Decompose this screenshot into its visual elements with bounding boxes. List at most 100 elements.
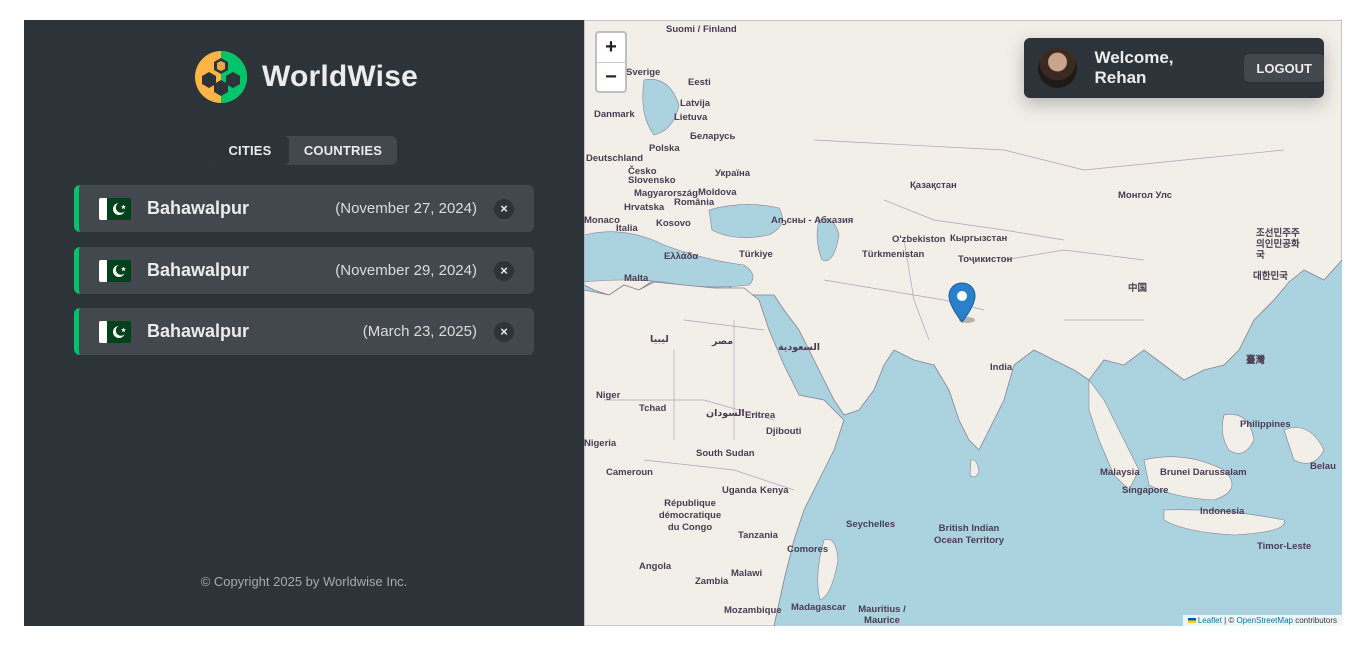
city-name: Bahawalpur: [147, 198, 250, 218]
map-label: مصر: [712, 336, 734, 347]
map-label: British Indian Ocean Territory: [933, 523, 1005, 546]
city-item[interactable]: Bahawalpur (November 29, 2024) ×: [74, 247, 534, 294]
map-label: O'zbekiston: [892, 234, 946, 245]
map-label: Kosovo: [656, 218, 691, 229]
pakistan-flag-icon: [99, 197, 131, 220]
map-label: Singapore: [1122, 485, 1169, 496]
map-label: Sverige: [626, 67, 661, 78]
map-label: Djibouti: [766, 426, 802, 437]
delete-city-button[interactable]: ×: [494, 260, 514, 281]
map-label: Monaco: [584, 215, 620, 226]
map-label: Kenya: [760, 485, 789, 496]
map[interactable]: Suomi / Finland Sverige Eesti Latvija Li…: [584, 20, 1342, 626]
map-label: Беларусь: [690, 131, 736, 142]
pakistan-flag-icon: [99, 259, 131, 282]
map-label: Mauritius / Maurice: [858, 604, 906, 626]
map-label: Кыргызстан: [950, 233, 1008, 244]
map-label: Timor-Leste: [1257, 541, 1312, 552]
map-label: Niger: [596, 390, 621, 401]
map-label: السودان: [706, 408, 745, 419]
map-attribution: Leaflet | © OpenStreetMap contributors: [1182, 615, 1342, 626]
map-label: Hrvatska: [624, 202, 665, 213]
map-label: Uganda: [722, 485, 757, 496]
map-label: Brunei Darussalam: [1160, 467, 1247, 478]
map-label: Malta: [624, 273, 649, 284]
map-label: Slovensko: [628, 175, 676, 186]
map-label: Malaysia: [1100, 467, 1140, 478]
leaflet-flag-icon: [1187, 618, 1196, 624]
map-label: Cameroun: [606, 467, 653, 478]
map-label: Madagascar: [791, 602, 846, 613]
map-label: 조선민주주의인민공화국: [1256, 228, 1300, 261]
map-label: Türkiye: [739, 249, 773, 260]
map-label: South Sudan: [696, 448, 755, 459]
logout-button[interactable]: LOGOUT: [1244, 54, 1324, 82]
welcome-text: Welcome, Rehan: [1094, 48, 1174, 87]
map-label: Eesti: [688, 77, 711, 88]
map-label: ليبيا: [650, 334, 669, 345]
map-label: Eritrea: [745, 410, 776, 421]
map-label: Philippines: [1240, 419, 1291, 430]
map-label: Suomi / Finland: [666, 24, 737, 35]
globe-logo-icon: [195, 51, 247, 103]
map-label: 대한민국: [1253, 271, 1288, 282]
avatar: [1038, 48, 1078, 88]
map-label: Қазақстан: [910, 180, 957, 191]
location-marker-icon[interactable]: [948, 282, 976, 329]
map-label: Comores: [787, 544, 829, 555]
map-label: Danmark: [594, 109, 635, 120]
zoom-out-button[interactable]: −: [597, 62, 625, 91]
map-label: 中国: [1128, 283, 1148, 294]
city-name: Bahawalpur: [147, 260, 250, 280]
city-item[interactable]: Bahawalpur (November 27, 2024) ×: [74, 185, 534, 232]
logo[interactable]: WorldWise: [194, 50, 418, 104]
city-item[interactable]: Bahawalpur (March 23, 2025) ×: [74, 308, 534, 355]
app-layout: WorldWise CITIES COUNTRIES Bahawalpur (N…: [24, 20, 1342, 626]
map-label: Indonesia: [1200, 506, 1245, 517]
map-label: Монгол Улс: [1118, 190, 1173, 201]
city-date: (November 29, 2024): [335, 262, 477, 279]
city-date: (March 23, 2025): [362, 323, 477, 340]
map-label: Tchad: [639, 403, 667, 414]
copyright-footer: © Copyright 2025 by Worldwise Inc.: [200, 574, 408, 589]
map-label: Seychelles: [846, 519, 896, 530]
tab-countries[interactable]: COUNTRIES: [289, 136, 397, 165]
delete-city-button[interactable]: ×: [494, 321, 514, 342]
user-panel: Welcome, Rehan LOGOUT: [1024, 38, 1324, 98]
map-label: Ελλάδα: [664, 251, 699, 262]
attribution-separator: | ©: [1221, 616, 1237, 625]
map-label: République démocratique du Congo: [658, 498, 722, 533]
map-label: India: [990, 362, 1013, 373]
delete-city-button[interactable]: ×: [494, 198, 514, 219]
city-date: (November 27, 2024): [335, 200, 477, 217]
map-label: Nigeria: [584, 438, 617, 449]
map-label: Deutschland: [586, 153, 644, 164]
map-label: Malawi: [731, 568, 763, 579]
map-label: Аҧсны - Абхазия: [771, 215, 854, 226]
map-label: Тоҷикистон: [958, 254, 1013, 265]
map-label: 臺灣: [1246, 355, 1266, 366]
leaflet-link[interactable]: Leaflet: [1198, 616, 1222, 625]
sidebar: WorldWise CITIES COUNTRIES Bahawalpur (N…: [24, 20, 584, 626]
map-label: Türkmenistan: [862, 249, 925, 260]
brand-name: WorldWise: [262, 60, 418, 93]
map-label: Tanzania: [738, 530, 778, 541]
zoom-control: + −: [595, 31, 627, 93]
attribution-suffix: contributors: [1292, 616, 1337, 625]
map-label: Lietuva: [674, 112, 708, 123]
map-label: Angola: [639, 561, 672, 572]
tab-cities[interactable]: CITIES: [211, 136, 289, 165]
map-label: السعودية: [778, 342, 821, 353]
zoom-in-button[interactable]: +: [597, 33, 625, 62]
osm-link[interactable]: OpenStreetMap: [1236, 616, 1292, 625]
pakistan-flag-icon: [99, 320, 131, 343]
map-label: Belau: [1310, 461, 1336, 472]
city-name: Bahawalpur: [147, 321, 250, 341]
map-label: Polska: [649, 143, 680, 154]
map-label: Україна: [715, 168, 751, 179]
map-label: Zambia: [695, 576, 729, 587]
city-list: Bahawalpur (November 27, 2024) × Bahawal…: [74, 185, 534, 370]
map-label: Latvija: [680, 98, 711, 109]
map-label: Mozambique: [724, 605, 782, 616]
view-tabs: CITIES COUNTRIES: [211, 136, 397, 165]
